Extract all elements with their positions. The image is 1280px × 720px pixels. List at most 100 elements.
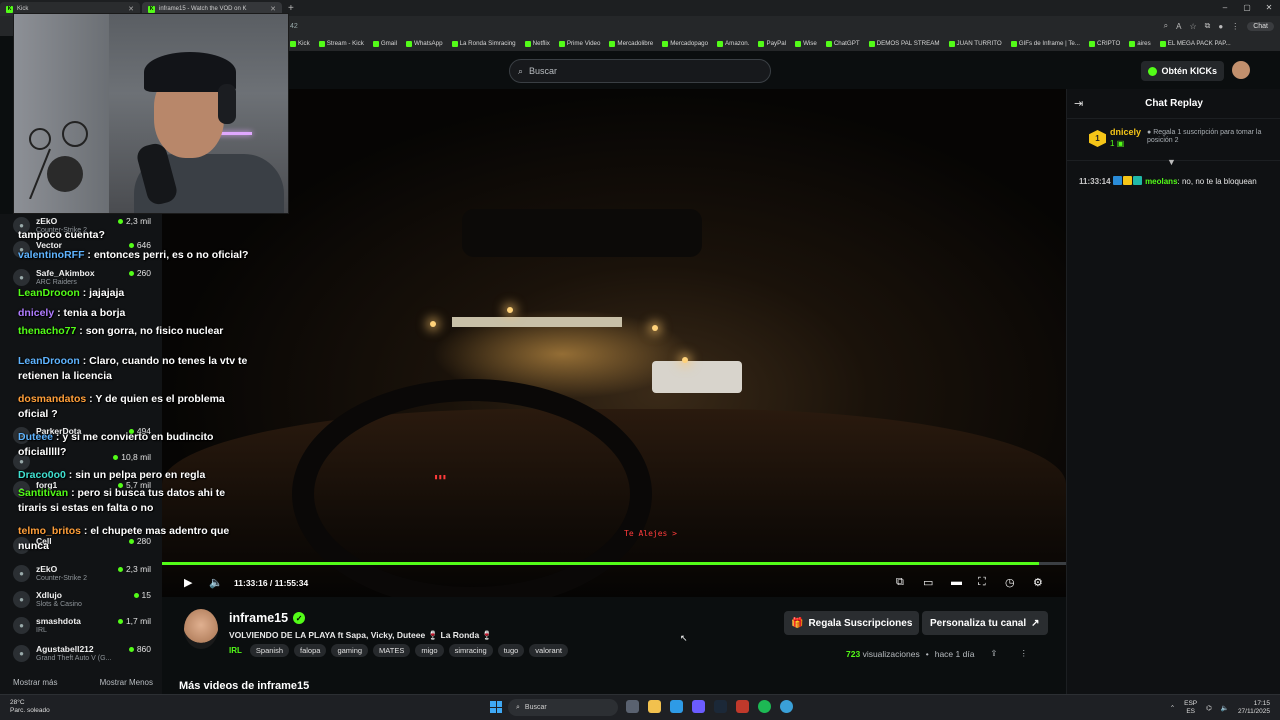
bookmark-item[interactable]: EL MEGA PACK PAP... bbox=[1159, 40, 1231, 47]
weather-widget[interactable]: 28°C Parc. soleado bbox=[10, 699, 50, 715]
bookmark-item[interactable]: JUAN TURRITO bbox=[948, 40, 1002, 47]
sidebar-channel-item[interactable]: ● Agustabell212 Grand Theft Auto V (G... 86… bbox=[13, 642, 153, 666]
customize-channel-button[interactable]: Personaliza tu canal ↗ bbox=[922, 611, 1048, 635]
play-icon[interactable]: ▶ bbox=[184, 576, 192, 589]
video-player[interactable]: ▮▮▮ Te Alejes > bbox=[162, 89, 1066, 597]
tag-chip[interactable]: MATES bbox=[373, 644, 411, 657]
settings-gear-icon[interactable]: ⚙ bbox=[1033, 576, 1043, 589]
bookmark-favicon-icon bbox=[795, 40, 802, 47]
minimize-icon[interactable]: – bbox=[1214, 0, 1236, 16]
bookmark-item[interactable]: Kick bbox=[290, 40, 310, 47]
discord-icon[interactable] bbox=[692, 700, 705, 713]
zoom-icon[interactable]: ⌕ bbox=[1164, 21, 1168, 31]
language-indicator[interactable]: ESP ES bbox=[1184, 700, 1197, 716]
browser-chat-button[interactable]: Chat bbox=[1247, 21, 1274, 31]
maximize-icon[interactable]: ▢ bbox=[1236, 0, 1258, 16]
search-input[interactable]: ⌕ Buscar bbox=[509, 59, 771, 83]
more-options-icon[interactable]: ⋮ bbox=[1020, 648, 1029, 659]
bookmark-item[interactable]: Wise bbox=[795, 40, 817, 47]
pip-icon[interactable]: ⧉ bbox=[896, 576, 904, 589]
sidebar-viewer-count: 2,3 mil bbox=[117, 216, 151, 226]
url-text[interactable]: 42 bbox=[290, 23, 298, 30]
bookmark-label: Prime Video bbox=[566, 40, 601, 47]
sidebar-channel-item[interactable]: ● smashdota IRL 1,7 mil bbox=[13, 614, 153, 638]
profile-icon[interactable]: ● bbox=[1218, 22, 1223, 31]
network-icon[interactable]: ⌬ bbox=[1206, 704, 1212, 712]
steam-icon[interactable] bbox=[714, 700, 727, 713]
show-more-link[interactable]: Mostrar más bbox=[13, 678, 57, 687]
app-icon[interactable] bbox=[736, 700, 749, 713]
bookmark-label: GIFs de Inframe | Te... bbox=[1018, 40, 1081, 47]
channel-name[interactable]: inframe15 bbox=[229, 611, 288, 625]
bookmark-item[interactable]: PayPal bbox=[758, 40, 786, 47]
tag-chip[interactable]: falopa bbox=[294, 644, 327, 657]
translate-icon[interactable]: A bbox=[1176, 22, 1181, 31]
show-less-link[interactable]: Mostrar Menos bbox=[100, 678, 153, 687]
bookmark-item[interactable]: GIFs de Inframe | Te... bbox=[1010, 40, 1081, 47]
bookmark-item[interactable]: Stream - Kick bbox=[318, 40, 364, 47]
bookmark-star-icon[interactable]: ☆ bbox=[1189, 22, 1196, 31]
volume-tray-icon[interactable]: 🔈 bbox=[1221, 704, 1229, 712]
bookmark-item[interactable]: Netflix bbox=[524, 40, 550, 47]
overlay-chat-message: dnicely : tenia a borja bbox=[18, 306, 250, 321]
webcam-headset bbox=[218, 84, 236, 124]
tag-chip[interactable]: migo bbox=[415, 644, 444, 657]
extensions-icon[interactable]: ⧉ bbox=[1205, 21, 1211, 31]
bookmark-item[interactable]: CRIPTO bbox=[1089, 40, 1120, 47]
tray-chevron-icon[interactable]: ⌃ bbox=[1170, 704, 1175, 712]
sidebar-viewer-count: 860 bbox=[128, 644, 151, 654]
live-dot-icon bbox=[128, 646, 134, 652]
scroll-down-icon[interactable]: ▼ bbox=[1167, 157, 1176, 167]
sidebar-channel-item[interactable]: ● zEkO Counter-Strike 2 2,3 mil bbox=[13, 562, 153, 586]
category-link[interactable]: IRL bbox=[229, 646, 242, 655]
clip-icon[interactable]: ▭ bbox=[923, 576, 933, 589]
bookmark-item[interactable]: Prime Video bbox=[558, 40, 601, 47]
bookmark-item[interactable]: Amazon. bbox=[717, 40, 749, 47]
channel-avatar[interactable] bbox=[184, 609, 218, 649]
chrome-icon[interactable] bbox=[780, 700, 793, 713]
volume-icon[interactable]: 🔈 bbox=[209, 576, 223, 589]
bookmark-item[interactable]: La Ronda Simracing bbox=[451, 40, 516, 47]
chat-username[interactable]: meolans bbox=[1145, 177, 1177, 186]
tag-chip[interactable]: Spanish bbox=[249, 644, 289, 657]
fullscreen-icon[interactable]: ⛶ bbox=[978, 576, 986, 589]
external-link-icon: ↗ bbox=[1031, 617, 1040, 629]
tag-chip[interactable]: tugo bbox=[497, 644, 525, 657]
close-window-icon[interactable]: ✕ bbox=[1258, 0, 1280, 16]
video-progress-bar[interactable] bbox=[162, 562, 1066, 565]
new-tab-icon[interactable]: + bbox=[288, 3, 294, 14]
taskbar-apps bbox=[626, 700, 793, 713]
start-menu-icon[interactable] bbox=[490, 701, 502, 713]
gift-subs-button[interactable]: 🎁 Regala Suscripciones bbox=[784, 611, 920, 635]
bookmark-item[interactable]: aires bbox=[1129, 40, 1151, 47]
taskbar-clock[interactable]: 17:15 27/11/2025 bbox=[1238, 700, 1270, 716]
task-view-icon[interactable] bbox=[626, 700, 639, 713]
bookmark-item[interactable]: Gmail bbox=[372, 40, 397, 47]
playback-speed-icon[interactable]: ◷ bbox=[1005, 576, 1015, 589]
bookmark-item[interactable]: Mercadopago bbox=[662, 40, 708, 47]
bookmark-favicon-icon bbox=[662, 40, 669, 47]
tag-chip[interactable]: gaming bbox=[331, 644, 369, 657]
close-tab-icon[interactable]: ✕ bbox=[128, 5, 134, 13]
sidebar-channel-item[interactable]: ● Xdlujo Slots & Casino 15 bbox=[13, 588, 153, 612]
tag-chip[interactable]: simracing bbox=[448, 644, 493, 657]
bookmark-item[interactable]: DEMOS PAL STREAM bbox=[868, 40, 940, 47]
share-icon[interactable]: ⇪ bbox=[990, 648, 997, 659]
taskbar-search[interactable]: ⌕ Buscar bbox=[508, 699, 618, 716]
theater-icon[interactable]: ▬ bbox=[951, 576, 962, 588]
user-avatar[interactable] bbox=[1232, 61, 1250, 79]
bookmark-item[interactable]: ChatGPT bbox=[825, 40, 860, 47]
spotify-icon[interactable] bbox=[758, 700, 771, 713]
close-tab-icon[interactable]: ✕ bbox=[270, 5, 276, 13]
edge-icon[interactable] bbox=[670, 700, 683, 713]
bookmark-item[interactable]: WhatsApp bbox=[406, 40, 443, 47]
sidebar-channel-category: IRL bbox=[36, 627, 47, 634]
file-explorer-icon[interactable] bbox=[648, 700, 661, 713]
leaderboard-user[interactable]: dnicely bbox=[1110, 127, 1141, 137]
get-kicks-button[interactable]: Obtén KICKs bbox=[1141, 61, 1224, 81]
menu-icon[interactable]: ⋮ bbox=[1231, 22, 1239, 31]
bookmark-item[interactable]: Mercadolibre bbox=[609, 40, 653, 47]
tag-chip[interactable]: valorant bbox=[529, 644, 568, 657]
duration: 11:55:34 bbox=[274, 578, 309, 588]
video-progress-fill bbox=[162, 562, 1039, 565]
